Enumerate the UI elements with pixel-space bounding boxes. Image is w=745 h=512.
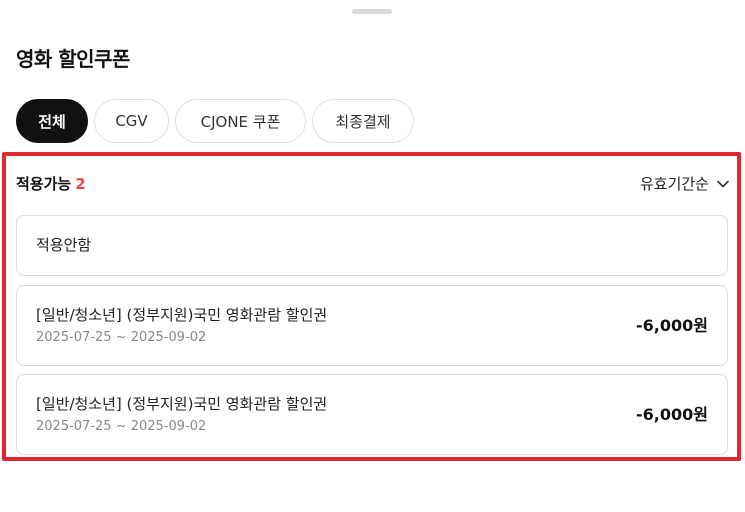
coupon-name: [일반/청소년] (정부지원)국민 영화관람 할인권	[36, 306, 328, 324]
section-header: 적용가능 2	[16, 172, 86, 196]
available-count: 2	[75, 175, 86, 193]
coupon-item[interactable]: [일반/청소년] (정부지원)국민 영화관람 할인권 2025-07-25 ~ …	[16, 374, 728, 455]
sort-label: 유효기간순	[639, 175, 709, 193]
section-label: 적용가능	[16, 175, 72, 193]
no-apply-label: 적용안함	[36, 236, 92, 254]
coupon-name: [일반/청소년] (정부지원)국민 영화관람 할인권	[36, 395, 328, 413]
coupon-period: 2025-07-25 ~ 2025-09-02	[36, 330, 207, 345]
tab-all[interactable]: 전체	[16, 99, 88, 143]
coupon-bottom-sheet: 영화 할인쿠폰 전체 CGV CJONE 쿠폰 최종결제 적용가능 2 유효기간순…	[0, 0, 745, 512]
tab-cgv[interactable]: CGV	[94, 99, 169, 143]
chevron-down-icon	[717, 180, 729, 188]
tab-cjone-coupon[interactable]: CJONE 쿠폰	[175, 99, 306, 143]
sort-dropdown[interactable]: 유효기간순	[640, 172, 729, 196]
page-title: 영화 할인쿠폰	[16, 47, 130, 71]
coupon-period: 2025-07-25 ~ 2025-09-02	[36, 419, 207, 434]
filter-tabs: 전체 CGV CJONE 쿠폰 최종결제	[16, 99, 414, 145]
tab-final-payment[interactable]: 최종결제	[312, 99, 414, 143]
no-apply-option[interactable]: 적용안함	[16, 215, 728, 276]
coupon-item[interactable]: [일반/청소년] (정부지원)국민 영화관람 할인권 2025-07-25 ~ …	[16, 285, 728, 366]
coupon-amount: -6,000원	[636, 316, 708, 335]
drag-handle[interactable]	[352, 9, 392, 14]
coupon-amount: -6,000원	[636, 405, 708, 424]
